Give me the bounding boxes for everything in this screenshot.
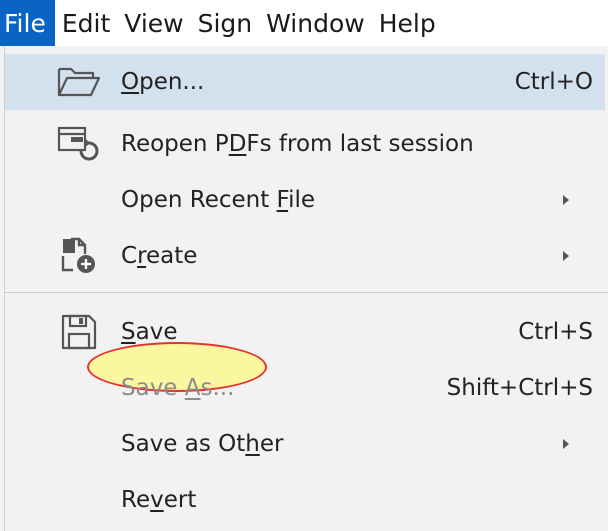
menu-window[interactable]: Window [259,0,372,46]
menu-item-open-label: Open... [121,69,205,95]
menu-item-revert[interactable]: Revert [5,472,605,528]
menu-item-save-as-shortcut: Shift+Ctrl+S [446,375,593,401]
menu-item-revert-label: Revert [121,487,197,513]
menu-item-save-as[interactable]: Save As... Shift+Ctrl+S [5,360,605,416]
menu-item-open-recent-label: Open Recent File [121,187,316,213]
menu-item-open[interactable]: Open... Ctrl+O [5,54,605,110]
menu-bar: File Edit View Sign Window Help [0,0,608,46]
floppy-save-icon [57,312,101,352]
menu-item-create-label: Create [121,243,198,269]
menu-item-open-shortcut: Ctrl+O [514,69,593,95]
submenu-arrow-icon [563,195,569,205]
folder-open-icon [57,62,101,102]
create-pdf-icon [57,236,101,276]
menu-item-reopen-pdfs-label: Reopen PDFs from last session [121,131,474,157]
menu-item-reopen-pdfs[interactable]: Reopen PDFs from last session [5,116,605,172]
menu-item-save-as-other[interactable]: Save as Other [5,416,605,472]
menu-sign[interactable]: Sign [191,0,260,46]
menu-item-create[interactable]: Create [5,228,605,284]
submenu-arrow-icon [563,439,569,449]
menu-item-open-recent-file[interactable]: Open Recent File [5,172,605,228]
reopen-session-icon [57,124,101,164]
menu-edit[interactable]: Edit [55,0,117,46]
menu-item-save-shortcut: Ctrl+S [518,319,593,345]
menu-item-save-as-label: Save As... [121,375,235,401]
menu-help[interactable]: Help [372,0,443,46]
menu-view[interactable]: View [117,0,190,46]
file-menu-dropdown: Open... Ctrl+O Reopen PDFs from last ses… [4,46,608,531]
submenu-arrow-icon [563,251,569,261]
menu-item-save[interactable]: Save Ctrl+S [5,304,605,360]
menu-item-save-as-other-label: Save as Other [121,431,284,457]
menu-file[interactable]: File [0,0,55,46]
menu-separator [5,292,608,293]
